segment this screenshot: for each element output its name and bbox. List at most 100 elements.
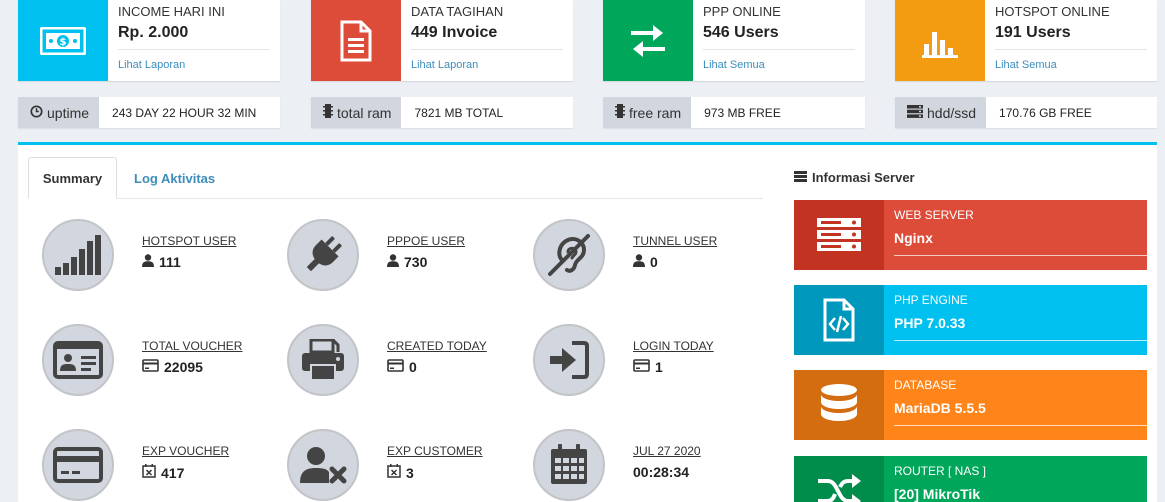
invoice-box: DATA TAGIHAN 449 Invoice Lihat Laporan bbox=[311, 0, 573, 81]
user-icon bbox=[142, 254, 154, 270]
print-icon bbox=[287, 324, 359, 396]
tunnel-user-label[interactable]: TUNNEL USER bbox=[633, 234, 717, 248]
total-ram-stat: total ram 7821 MB TOTAL bbox=[311, 97, 573, 128]
invoice-report-link[interactable]: Lihat Laporan bbox=[411, 59, 563, 71]
random-icon bbox=[794, 456, 884, 502]
sign-in-icon bbox=[533, 324, 605, 396]
php-engine-label: PHP ENGINE bbox=[894, 293, 968, 307]
pppoe-user-label[interactable]: PPPOE USER bbox=[387, 234, 465, 248]
database-value: MariaDB 5.5.5 bbox=[894, 400, 986, 416]
server-info-title-text: Informasi Server bbox=[812, 170, 915, 185]
uptime-stat: uptime 243 DAY 22 HOUR 32 MIN bbox=[18, 97, 280, 128]
bar-chart-icon bbox=[895, 0, 985, 81]
pppoe-user-value: 730 bbox=[404, 254, 428, 270]
income-label: INCOME HARI INI bbox=[118, 4, 225, 19]
uptime-value: 243 DAY 22 HOUR 32 MIN bbox=[112, 105, 257, 120]
total-ram-label: total ram bbox=[337, 104, 392, 121]
hdd-value: 170.76 GB FREE bbox=[999, 105, 1092, 120]
credit-card-icon bbox=[42, 429, 114, 501]
web-server-label: WEB SERVER bbox=[894, 208, 974, 222]
server-web: WEB SERVER Nginx bbox=[794, 200, 1147, 270]
server-icon bbox=[794, 170, 807, 185]
free-ram-value: 973 MB FREE bbox=[704, 105, 781, 120]
exchange-icon bbox=[603, 0, 693, 81]
tab-bar: Summary Log Aktivitas bbox=[28, 157, 763, 199]
php-engine-value: PHP 7.0.33 bbox=[894, 315, 966, 331]
invoice-value: 449 Invoice bbox=[411, 24, 498, 41]
hdd-label: hdd/ssd bbox=[927, 104, 977, 121]
created-today-label[interactable]: CREATED TODAY bbox=[387, 339, 487, 353]
hotspot-user-label[interactable]: HOTSPOT USER bbox=[142, 234, 236, 248]
summary-item-created-today: CREATED TODAY 0 bbox=[287, 324, 487, 396]
exp-voucher-value: 417 bbox=[161, 464, 185, 481]
summary-item-login-today: LOGIN TODAY 1 bbox=[533, 324, 714, 396]
total-voucher-value: 22095 bbox=[164, 359, 203, 375]
free-ram-stat: free ram 973 MB FREE bbox=[603, 97, 865, 128]
deaf-icon bbox=[533, 219, 605, 291]
credit-card-icon bbox=[387, 359, 404, 375]
clock-icon bbox=[30, 104, 43, 121]
divider bbox=[411, 49, 563, 50]
router-label: ROUTER [ NAS ] bbox=[894, 464, 987, 478]
user-times-icon bbox=[287, 429, 359, 501]
summary-item-total-voucher: TOTAL VOUCHER 22095 bbox=[42, 324, 242, 396]
summary-item-tunnel-user: TUNNEL USER 0 bbox=[533, 219, 717, 291]
tab-summary[interactable]: Summary bbox=[28, 157, 117, 199]
database-icon bbox=[794, 370, 884, 440]
exp-customer-value: 3 bbox=[406, 464, 414, 481]
signal-icon bbox=[42, 219, 114, 291]
divider bbox=[894, 255, 1147, 256]
login-today-value: 1 bbox=[655, 359, 663, 375]
divider bbox=[995, 49, 1147, 50]
hotspot-user-value: 111 bbox=[159, 254, 181, 270]
svg-text:$: $ bbox=[60, 37, 67, 48]
hotspot-online-box: HOTSPOT ONLINE 191 Users Lihat Semua bbox=[895, 0, 1157, 81]
free-ram-label: free ram bbox=[629, 104, 682, 121]
total-ram-value: 7821 MB TOTAL bbox=[414, 105, 504, 120]
hdd-stat: hdd/ssd 170.76 GB FREE bbox=[895, 97, 1157, 128]
file-code-icon bbox=[794, 285, 884, 355]
time-value: 00:28:34 bbox=[633, 464, 690, 480]
server-database: DATABASE MariaDB 5.5.5 bbox=[794, 370, 1147, 440]
memory-icon bbox=[615, 104, 625, 121]
summary-item-exp-customer: EXP CUSTOMER 3 bbox=[287, 429, 483, 501]
file-text-icon bbox=[311, 0, 401, 81]
memory-icon bbox=[323, 104, 333, 121]
created-today-value: 0 bbox=[409, 359, 417, 375]
calendar-icon bbox=[533, 429, 605, 501]
calendar-times-icon bbox=[142, 464, 156, 481]
total-voucher-label[interactable]: TOTAL VOUCHER bbox=[142, 339, 242, 353]
id-card-icon bbox=[42, 324, 114, 396]
credit-card-icon bbox=[142, 359, 159, 375]
login-today-label[interactable]: LOGIN TODAY bbox=[633, 339, 714, 353]
ppp-online-value: 546 Users bbox=[703, 24, 779, 41]
router-value: [20] MikroTik bbox=[894, 486, 981, 502]
invoice-label: DATA TAGIHAN bbox=[411, 4, 504, 19]
summary-item-date-time: JUL 27 2020 00:28:34 bbox=[533, 429, 701, 501]
summary-item-hotspot-user: HOTSPOT USER 111 bbox=[42, 219, 236, 291]
divider bbox=[703, 49, 855, 50]
money-icon: $ bbox=[18, 0, 108, 81]
divider bbox=[118, 49, 270, 50]
divider bbox=[894, 425, 1147, 426]
income-box: $ INCOME HARI INI Rp. 2.000 Lihat Lapora… bbox=[18, 0, 280, 81]
tunnel-user-value: 0 bbox=[650, 254, 658, 270]
user-icon bbox=[633, 254, 645, 270]
calendar-times-icon bbox=[387, 464, 401, 481]
uptime-label: uptime bbox=[47, 104, 90, 121]
income-value: Rp. 2.000 bbox=[118, 24, 189, 41]
exp-voucher-label[interactable]: EXP VOUCHER bbox=[142, 444, 229, 458]
ppp-online-link[interactable]: Lihat Semua bbox=[703, 59, 855, 71]
income-report-link[interactable]: Lihat Laporan bbox=[118, 59, 270, 71]
server-icon bbox=[907, 104, 923, 121]
date-label[interactable]: JUL 27 2020 bbox=[633, 444, 701, 458]
hotspot-online-link[interactable]: Lihat Semua bbox=[995, 59, 1147, 71]
hotspot-online-value: 191 Users bbox=[995, 24, 1071, 41]
tab-log-aktivitas[interactable]: Log Aktivitas bbox=[134, 157, 215, 199]
ppp-online-box: PPP ONLINE 546 Users Lihat Semua bbox=[603, 0, 865, 81]
server-icon bbox=[794, 200, 884, 270]
plug-icon bbox=[287, 219, 359, 291]
exp-customer-label[interactable]: EXP CUSTOMER bbox=[387, 444, 483, 458]
ppp-online-label: PPP ONLINE bbox=[703, 4, 781, 19]
user-icon bbox=[387, 254, 399, 270]
